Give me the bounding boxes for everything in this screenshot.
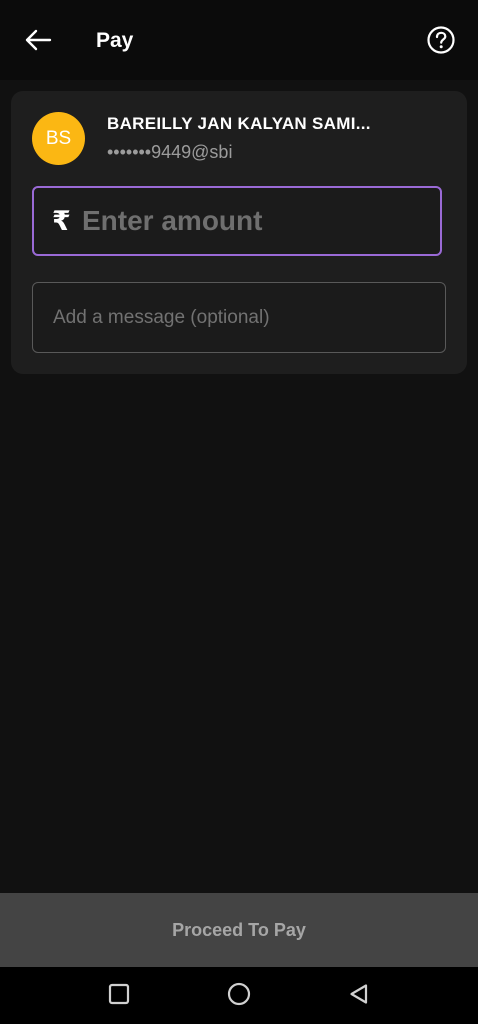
payment-card: BS BAREILLY JAN KALYAN SAMI... •••••••94… [11,91,467,374]
amount-field[interactable]: ₹ [32,186,442,256]
system-back-button[interactable] [344,981,374,1011]
arrow-left-icon [24,28,52,57]
circle-icon [227,982,251,1011]
recents-button[interactable] [104,981,134,1011]
home-button[interactable] [224,981,254,1011]
message-field[interactable] [32,282,446,353]
page-title: Pay [96,29,134,52]
rupee-icon: ₹ [52,206,71,236]
system-navigation-bar [0,967,478,1024]
triangle-back-icon [348,983,370,1010]
payee-name: BAREILLY JAN KALYAN SAMI... [107,114,371,133]
amount-input[interactable] [82,202,422,240]
avatar: BS [32,112,85,165]
payee-upi-id: •••••••9449@sbi [107,142,233,162]
message-input[interactable] [53,305,423,331]
help-circle-icon [426,25,456,60]
proceed-to-pay-button[interactable]: Proceed To Pay [0,893,478,967]
square-icon [108,983,130,1010]
help-button[interactable] [424,25,458,59]
pay-screen: Pay BS BAREILLY JAN KALYAN SAMI... •••••… [0,0,478,1024]
back-button[interactable] [20,24,56,60]
top-app-bar: Pay [0,0,478,80]
